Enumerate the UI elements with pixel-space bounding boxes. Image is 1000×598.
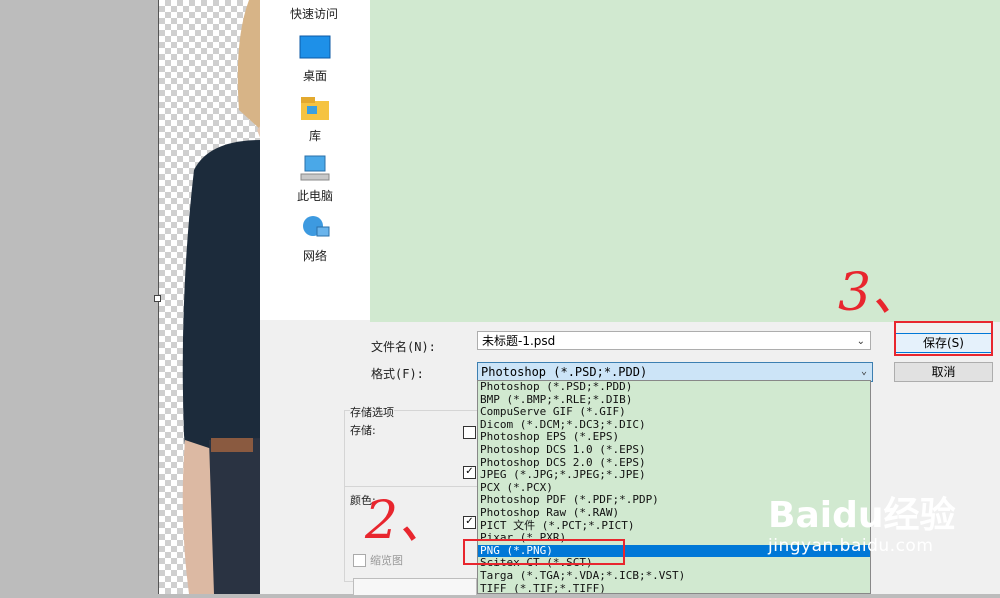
quick-access-label: 此电脑 [296,189,333,203]
watermark-url: jingyan.baidu.com [768,536,934,556]
photoshop-canvas-background [0,0,158,594]
quick-access-library[interactable]: 库 [280,95,350,144]
format-option[interactable]: JPEG (*.JPG;*.JPEG;*.JPE) [478,469,870,482]
annotation-step-3: 3、 [838,263,924,323]
format-value: Photoshop (*.PSD;*.PDD) [481,365,648,379]
format-option[interactable]: TIFF (*.TIF;*.TIFF) [478,582,870,593]
filename-value: 未标题-1.psd [482,334,556,348]
options-button[interactable] [353,578,477,596]
store-checkbox-checked[interactable]: ✓ [463,466,476,479]
cancel-button[interactable]: 取消 [894,362,993,382]
format-option[interactable]: Targa (*.TGA;*.VDA;*.ICB;*.VST) [478,569,870,583]
quick-access-title: 快速访问 [290,7,339,21]
network-icon [280,215,350,244]
computer-icon [280,155,350,184]
model-photo [182,0,261,594]
format-option[interactable]: CompuServe GIF (*.GIF) [478,406,870,419]
document-canvas [158,0,261,594]
store-label: 存储: [350,422,376,438]
quick-access-label: 网络 [302,249,327,263]
annotation-box-png [463,539,625,565]
desktop-icon [280,35,350,64]
thumbnail-label: 缩览图 [370,552,403,568]
annotation-step-2: 2、 [365,491,451,551]
library-icon [280,95,350,124]
filename-input[interactable]: 未标题-1.psd ⌄ [477,331,871,350]
baidu-watermark: Baidu经验 jingyan.baidu.com [768,486,988,556]
format-select[interactable]: Photoshop (*.PSD;*.PDD) ⌄ [477,362,873,382]
filename-label: 文件名(N): [371,340,436,354]
quick-access-label: 库 [308,129,321,143]
format-option[interactable]: Photoshop (*.PSD;*.PDD) [478,381,870,394]
chevron-down-icon[interactable]: ⌄ [857,332,865,351]
format-option[interactable]: Photoshop DCS 1.0 (*.EPS) [478,443,870,457]
store-checkbox-1[interactable] [463,426,476,439]
chevron-down-icon[interactable]: ⌄ [861,363,867,381]
transform-handle[interactable] [154,295,161,302]
watermark-brand: Baidu经验 [768,495,956,536]
quick-access-label: 桌面 [302,69,327,83]
thumbnail-checkbox[interactable] [353,554,366,567]
annotation-box-save [894,321,993,356]
save-options-title: 存储选项 [350,404,394,420]
format-label: 格式(F): [371,367,424,381]
quick-access-desktop[interactable]: 桌面 [280,35,350,84]
color-checkbox-checked[interactable]: ✓ [463,516,476,529]
quick-access-this-pc[interactable]: 此电脑 [280,155,350,204]
quick-access-panel: 快速访问 桌面 库 此电脑 网络 [260,0,370,320]
quick-access-network[interactable]: 网络 [280,215,350,264]
